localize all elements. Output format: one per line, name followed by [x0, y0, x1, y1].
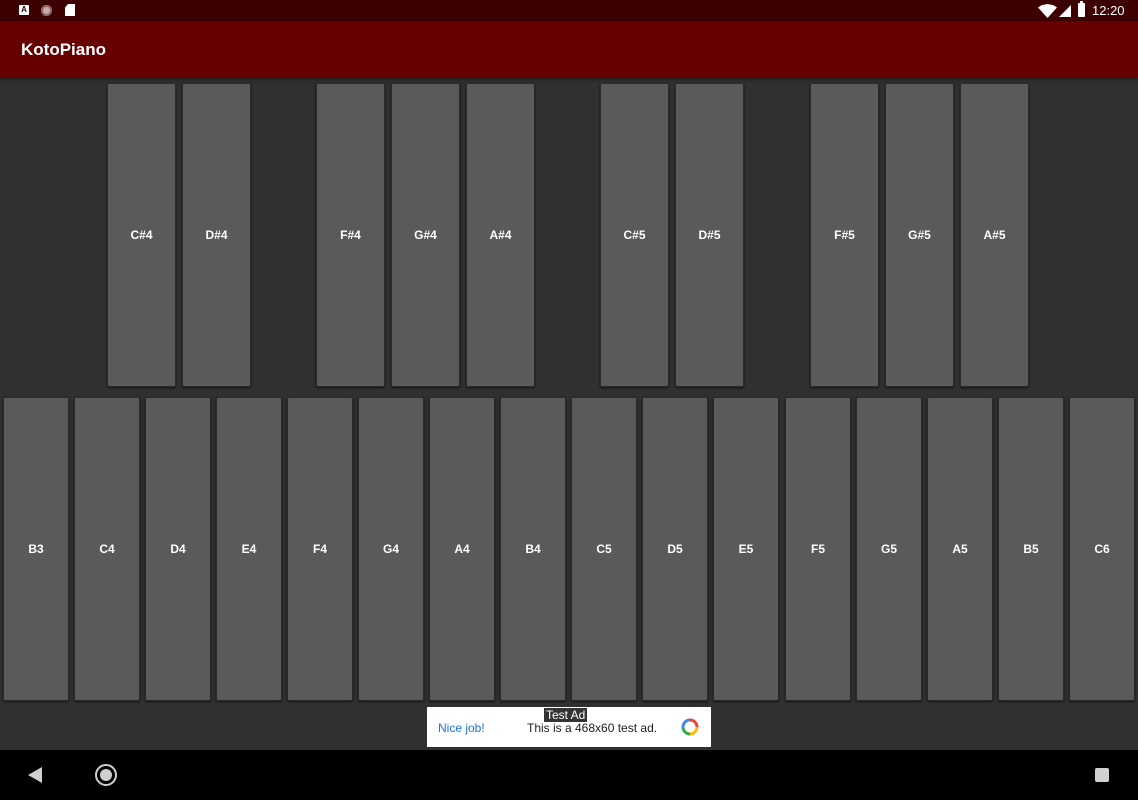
- ad-logo-icon: [681, 718, 699, 736]
- wifi-icon: [1038, 4, 1057, 18]
- piano-key-a-sharp-5[interactable]: A#5: [960, 83, 1029, 387]
- home-icon[interactable]: [95, 764, 117, 786]
- piano-key-d5[interactable]: D5: [642, 397, 708, 701]
- sd-card-icon: [65, 4, 75, 16]
- app-bar: KotoPiano: [0, 21, 1138, 77]
- signal-icon: [1059, 5, 1071, 17]
- piano-key-d4[interactable]: D4: [145, 397, 211, 701]
- piano-key-e5[interactable]: E5: [713, 397, 779, 701]
- piano-key-a-sharp-4[interactable]: A#4: [466, 83, 535, 387]
- piano-key-d-sharp-4[interactable]: D#4: [182, 83, 251, 387]
- piano-key-a4[interactable]: A4: [429, 397, 495, 701]
- piano-key-g-sharp-5[interactable]: G#5: [885, 83, 954, 387]
- piano-key-g-sharp-4[interactable]: G#4: [391, 83, 460, 387]
- battery-icon: [1078, 1, 1085, 17]
- piano-key-g5[interactable]: G5: [856, 397, 922, 701]
- piano-key-c5[interactable]: C5: [571, 397, 637, 701]
- piano-key-f-sharp-5[interactable]: F#5: [810, 83, 879, 387]
- piano-key-c6[interactable]: C6: [1069, 397, 1135, 701]
- piano-key-g4[interactable]: G4: [358, 397, 424, 701]
- test-ad-tag: Test Ad: [544, 708, 588, 722]
- piano-key-a5[interactable]: A5: [927, 397, 993, 701]
- piano-key-b3[interactable]: B3: [3, 397, 69, 701]
- piano-key-f-sharp-4[interactable]: F#4: [316, 83, 385, 387]
- piano-key-f5[interactable]: F5: [785, 397, 851, 701]
- recents-icon[interactable]: [1095, 768, 1109, 782]
- piano-key-c-sharp-5[interactable]: C#5: [600, 83, 669, 387]
- status-time: 12:20: [1092, 3, 1125, 18]
- status-bar: A 12:20: [0, 0, 1138, 21]
- ad-headline[interactable]: Nice job!: [438, 721, 485, 735]
- piano-key-c-sharp-4[interactable]: C#4: [107, 83, 176, 387]
- piano-key-d-sharp-5[interactable]: D#5: [675, 83, 744, 387]
- a-notification-icon: A: [19, 5, 29, 15]
- piano-key-b4[interactable]: B4: [500, 397, 566, 701]
- piano-key-b5[interactable]: B5: [998, 397, 1064, 701]
- circle-notification-icon: [41, 5, 52, 16]
- app-title: KotoPiano: [21, 40, 106, 59]
- piano-key-c4[interactable]: C4: [74, 397, 140, 701]
- piano-key-e4[interactable]: E4: [216, 397, 282, 701]
- back-icon[interactable]: [28, 767, 42, 783]
- ad-banner[interactable]: Test Ad Nice job! This is a 468x60 test …: [427, 707, 711, 747]
- ad-body-text: This is a 468x60 test ad.: [527, 721, 658, 735]
- navigation-bar: [0, 750, 1138, 800]
- piano-key-f4[interactable]: F4: [287, 397, 353, 701]
